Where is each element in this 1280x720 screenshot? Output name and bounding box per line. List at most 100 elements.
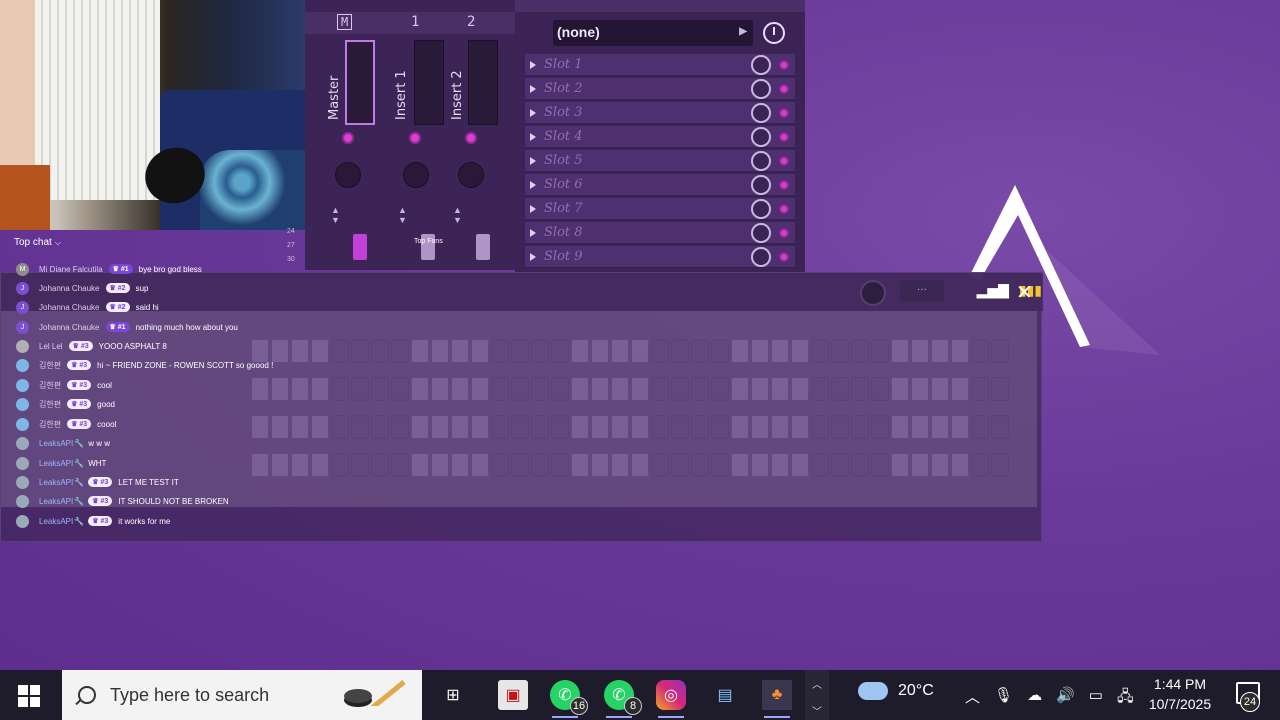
slot-enable-led-icon[interactable] — [779, 84, 789, 94]
step-button[interactable] — [671, 339, 689, 363]
slot-mix-knob[interactable] — [751, 247, 771, 267]
preset-selector[interactable]: (none) ▶ — [553, 20, 753, 46]
step-button[interactable] — [771, 415, 789, 439]
step-button[interactable] — [711, 453, 729, 477]
chat-username[interactable]: LeaksAPI — [39, 459, 73, 468]
step-button[interactable] — [511, 377, 529, 401]
chat-username[interactable]: 김한편 — [39, 399, 61, 410]
step-button[interactable] — [571, 377, 589, 401]
step-button[interactable] — [951, 453, 969, 477]
effect-slot[interactable]: Slot 3 — [525, 102, 795, 124]
step-button[interactable] — [671, 415, 689, 439]
step-button[interactable] — [531, 377, 549, 401]
mixer-strip-master[interactable] — [345, 40, 375, 125]
whatsapp-icon[interactable]: ✆ 8 — [604, 680, 642, 718]
step-button[interactable] — [511, 415, 529, 439]
chat-username[interactable]: Johanna Chauke — [39, 284, 100, 293]
step-button[interactable] — [891, 377, 909, 401]
step-button[interactable] — [851, 415, 869, 439]
step-button[interactable] — [811, 453, 829, 477]
step-button[interactable] — [571, 339, 589, 363]
step-button[interactable] — [591, 415, 609, 439]
slot-enable-led-icon[interactable] — [779, 156, 789, 166]
clock-icon[interactable] — [763, 22, 785, 44]
step-button[interactable] — [551, 377, 569, 401]
step-button[interactable] — [631, 377, 649, 401]
step-button[interactable] — [971, 377, 989, 401]
effect-slot[interactable]: Slot 1 — [525, 54, 795, 76]
step-button[interactable] — [651, 453, 669, 477]
step-button[interactable] — [751, 377, 769, 401]
effect-slot[interactable]: Slot 4 — [525, 126, 795, 148]
step-button[interactable] — [491, 377, 509, 401]
volume-icon[interactable]: 🔊 — [1056, 686, 1075, 711]
insert-2-led-icon[interactable] — [465, 132, 477, 144]
step-button[interactable] — [531, 453, 549, 477]
step-button[interactable] — [491, 453, 509, 477]
windows-start-icon[interactable] — [18, 685, 40, 707]
step-button[interactable] — [491, 339, 509, 363]
step-button[interactable] — [831, 415, 849, 439]
step-button[interactable] — [831, 453, 849, 477]
insert-2-stereo-icon[interactable]: ▲ ▼ — [453, 205, 462, 225]
step-button[interactable] — [611, 339, 629, 363]
slot-mix-knob[interactable] — [751, 55, 771, 75]
system-clock[interactable]: 1:44 PM 10/7/2025 — [1140, 674, 1220, 714]
step-button[interactable] — [911, 415, 929, 439]
channel-options-button[interactable]: ··· — [900, 280, 944, 302]
insert-1-led-icon[interactable] — [409, 132, 421, 144]
step-button[interactable] — [751, 339, 769, 363]
step-button[interactable] — [911, 339, 929, 363]
step-button[interactable] — [891, 453, 909, 477]
step-button[interactable] — [731, 453, 749, 477]
effect-slot[interactable]: Slot 5 — [525, 150, 795, 172]
insert-1-stereo-icon[interactable]: ▲ ▼ — [398, 205, 407, 225]
effect-slot[interactable]: Slot 9 — [525, 246, 795, 268]
step-button[interactable] — [711, 415, 729, 439]
master-stereo-icon[interactable]: ▲ ▼ — [331, 205, 340, 225]
slot-mix-knob[interactable] — [751, 175, 771, 195]
step-button[interactable] — [911, 377, 929, 401]
step-button[interactable] — [931, 453, 949, 477]
step-button[interactable] — [991, 415, 1009, 439]
media-app-icon[interactable]: ▣ — [498, 680, 528, 710]
slot-mix-knob[interactable] — [751, 223, 771, 243]
chat-username[interactable]: Johanna Chauke — [39, 303, 100, 312]
step-button[interactable] — [971, 453, 989, 477]
step-button[interactable] — [851, 453, 869, 477]
step-button[interactable] — [971, 339, 989, 363]
chat-username[interactable]: 김한편 — [39, 360, 61, 371]
step-button[interactable] — [831, 377, 849, 401]
chat-mode-dropdown[interactable]: Top chat ⌵ — [14, 237, 61, 248]
step-button[interactable] — [951, 339, 969, 363]
chat-username[interactable]: 김한편 — [39, 380, 61, 391]
step-button[interactable] — [631, 415, 649, 439]
step-button[interactable] — [551, 339, 569, 363]
step-button[interactable] — [651, 415, 669, 439]
step-button[interactable] — [791, 339, 809, 363]
step-button[interactable] — [791, 415, 809, 439]
step-button[interactable] — [691, 377, 709, 401]
step-button[interactable] — [531, 415, 549, 439]
step-button[interactable] — [931, 339, 949, 363]
step-button[interactable] — [591, 339, 609, 363]
instagram-icon[interactable]: ◎ — [656, 680, 686, 718]
chat-username[interactable]: LeaksAPI — [39, 478, 73, 487]
step-button[interactable] — [871, 377, 889, 401]
step-button[interactable] — [691, 339, 709, 363]
step-button[interactable] — [911, 453, 929, 477]
slot-mix-knob[interactable] — [751, 103, 771, 123]
graph-editor-icon[interactable]: ▂▅▇ — [977, 282, 1009, 299]
step-button[interactable] — [891, 415, 909, 439]
slot-mix-knob[interactable] — [751, 151, 771, 171]
cloud-sync-icon[interactable]: ☁ — [1027, 686, 1042, 711]
step-button[interactable] — [731, 377, 749, 401]
step-button[interactable] — [651, 339, 669, 363]
step-button[interactable] — [931, 377, 949, 401]
step-button[interactable] — [591, 377, 609, 401]
chat-username[interactable]: LeaksAPI — [39, 439, 73, 448]
slot-enable-led-icon[interactable] — [779, 108, 789, 118]
step-button[interactable] — [531, 339, 549, 363]
step-button[interactable] — [631, 339, 649, 363]
step-button[interactable] — [771, 453, 789, 477]
